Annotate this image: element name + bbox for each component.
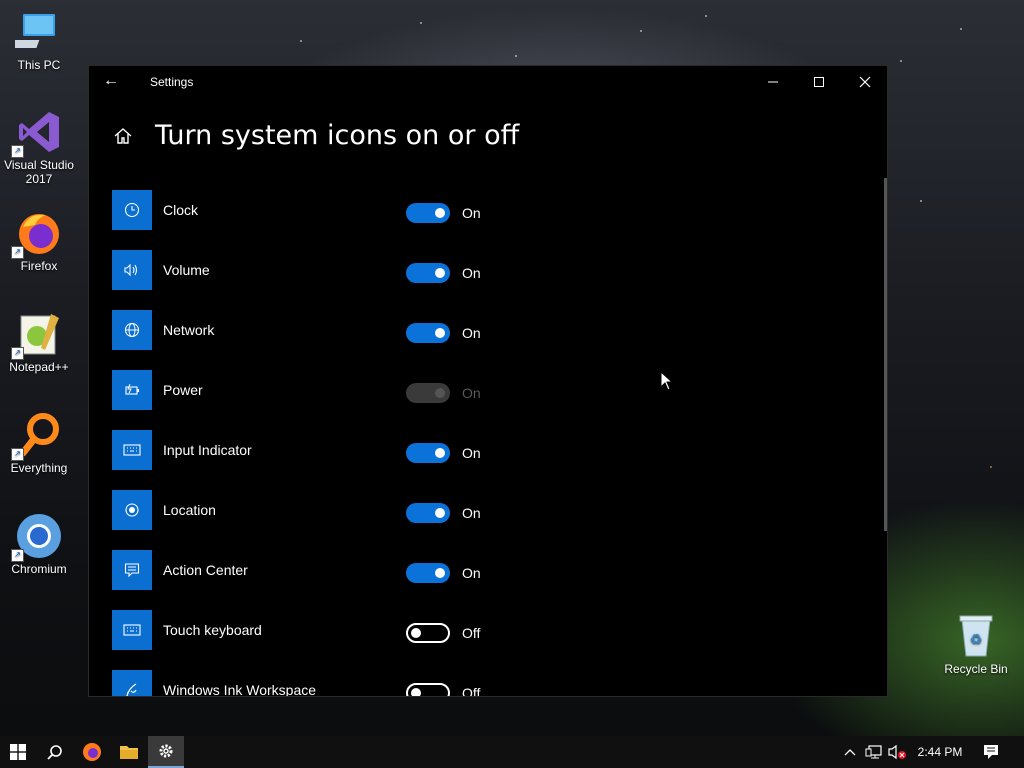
keyboard-icon (112, 430, 152, 470)
desktop-icon-label: Chromium (11, 562, 67, 576)
action-center-button[interactable] (978, 736, 1004, 768)
setting-row-volume: Volume On (112, 250, 572, 290)
desktop-icon-label: Visual Studio 2017 (4, 158, 74, 186)
search-button[interactable] (37, 736, 73, 768)
setting-label: Touch keyboard (163, 622, 262, 638)
toggle-switch[interactable] (406, 203, 450, 223)
taskbar-settings-button[interactable] (148, 736, 184, 768)
page-heading: Turn system icons on or off (89, 116, 887, 160)
setting-row-location: Location On (112, 490, 572, 530)
desktop-icon-recycle-bin[interactable]: ♻ Recycle Bin (940, 612, 1012, 676)
toggle-switch[interactable] (406, 443, 450, 463)
volume-icon (112, 250, 152, 290)
setting-label: Windows Ink Workspace (163, 682, 317, 697)
minimize-button[interactable] (750, 66, 796, 98)
desktop-icon-label: Recycle Bin (944, 662, 1008, 676)
search-icon (47, 745, 62, 760)
setting-label: Clock (163, 202, 199, 218)
taskbar-firefox-button[interactable] (74, 736, 110, 768)
toggle-switch[interactable] (406, 323, 450, 343)
page-title: Turn system icons on or off (155, 120, 520, 151)
toggle-switch[interactable] (406, 563, 450, 583)
mouse-cursor-icon (660, 371, 674, 391)
setting-label: Volume (163, 262, 210, 278)
toggle-state-label: On (462, 205, 481, 221)
toggle-switch[interactable] (406, 503, 450, 523)
setting-row-touch-keyboard: Touch keyboard Off (112, 610, 572, 650)
toggle-state-label: On (462, 385, 481, 401)
settings-window: ← Settings Turn system icons on or off C… (88, 65, 888, 697)
notification-icon (984, 745, 998, 759)
desktop-icon-label: Everything (10, 461, 68, 475)
toggle-state-label: On (462, 445, 481, 461)
setting-label: Action Center (163, 562, 248, 578)
file-explorer-icon (120, 746, 138, 759)
network-globe-icon (112, 310, 152, 350)
setting-label: Input Indicator (163, 442, 252, 458)
svg-text:♻: ♻ (970, 631, 983, 647)
setting-label: Network (163, 322, 215, 338)
toggle-state-label: On (462, 325, 481, 341)
home-icon[interactable] (113, 126, 133, 146)
taskbar: 2:44 PM (0, 736, 1024, 768)
toggle-state-label: Off (462, 685, 481, 697)
recycle-bin-icon: ♻ (956, 612, 996, 658)
visual-studio-icon: ↗ (11, 108, 63, 158)
setting-row-power: Power On (112, 370, 572, 410)
toggle-state-label: On (462, 565, 481, 581)
firefox-icon (83, 743, 101, 761)
settings-gear-icon (159, 744, 173, 758)
desktop-icon-visual-studio[interactable]: ↗ Visual Studio 2017 (2, 108, 76, 186)
network-wired-icon (865, 745, 882, 759)
back-arrow-icon[interactable]: ← (103, 72, 119, 90)
taskbar-clock[interactable]: 2:44 PM (912, 736, 968, 768)
network-tray-button[interactable] (864, 736, 884, 768)
pen-icon (112, 670, 152, 696)
close-button[interactable] (842, 66, 887, 98)
desktop-icon-label: Notepad++ (9, 360, 69, 374)
toggle-switch (406, 383, 450, 403)
toggle-switch[interactable] (406, 683, 450, 696)
firefox-icon: ↗ (11, 209, 63, 259)
battery-icon (112, 370, 152, 410)
toggle-state-label: On (462, 505, 481, 521)
toggle-switch[interactable] (406, 263, 450, 283)
title-bar: ← Settings (89, 66, 887, 98)
window-title: Settings (150, 75, 194, 89)
chromium-icon: ↗ (11, 512, 63, 562)
toggle-state-label: On (462, 265, 481, 281)
chevron-up-icon (844, 749, 856, 756)
volume-tray-button[interactable] (886, 736, 908, 768)
everything-search-icon: ↗ (11, 411, 63, 461)
desktop-icon-chromium[interactable]: ↗ Chromium (2, 512, 76, 576)
setting-row-windows-ink-workspace: Windows Ink Workspace Off (112, 670, 572, 697)
toggle-state-label: Off (462, 625, 481, 641)
toggle-switch[interactable] (406, 623, 450, 643)
setting-row-input-indicator: Input Indicator On (112, 430, 572, 470)
desktop-icon-firefox[interactable]: ↗ Firefox (2, 209, 76, 273)
show-hidden-icons-button[interactable] (840, 736, 860, 768)
setting-row-network: Network On (112, 310, 572, 350)
action-center-icon (112, 550, 152, 590)
maximize-button[interactable] (796, 66, 842, 98)
desktop-icon-this-pc[interactable]: This PC (2, 8, 76, 72)
start-button[interactable] (0, 736, 36, 768)
setting-label: Power (163, 382, 203, 398)
keyboard-icon (112, 610, 152, 650)
notepad-plus-plus-icon: ↗ (11, 310, 63, 360)
volume-muted-icon (888, 744, 906, 760)
location-icon (112, 490, 152, 530)
setting-row-clock: Clock On (112, 190, 572, 230)
setting-row-action-center: Action Center On (112, 550, 572, 590)
desktop-icon-label: This PC (17, 58, 61, 72)
setting-label: Location (163, 502, 216, 518)
start-icon (10, 744, 26, 760)
desktop-icon-notepad-plus-plus[interactable]: ↗ Notepad++ (2, 310, 76, 374)
this-pc-icon (6, 8, 63, 56)
clock-icon (112, 190, 152, 230)
scrollbar[interactable] (884, 178, 887, 531)
desktop-icon-label: Firefox (20, 259, 58, 273)
desktop-icon-everything[interactable]: ↗ Everything (2, 411, 76, 475)
taskbar-file-explorer-button[interactable] (111, 736, 147, 768)
